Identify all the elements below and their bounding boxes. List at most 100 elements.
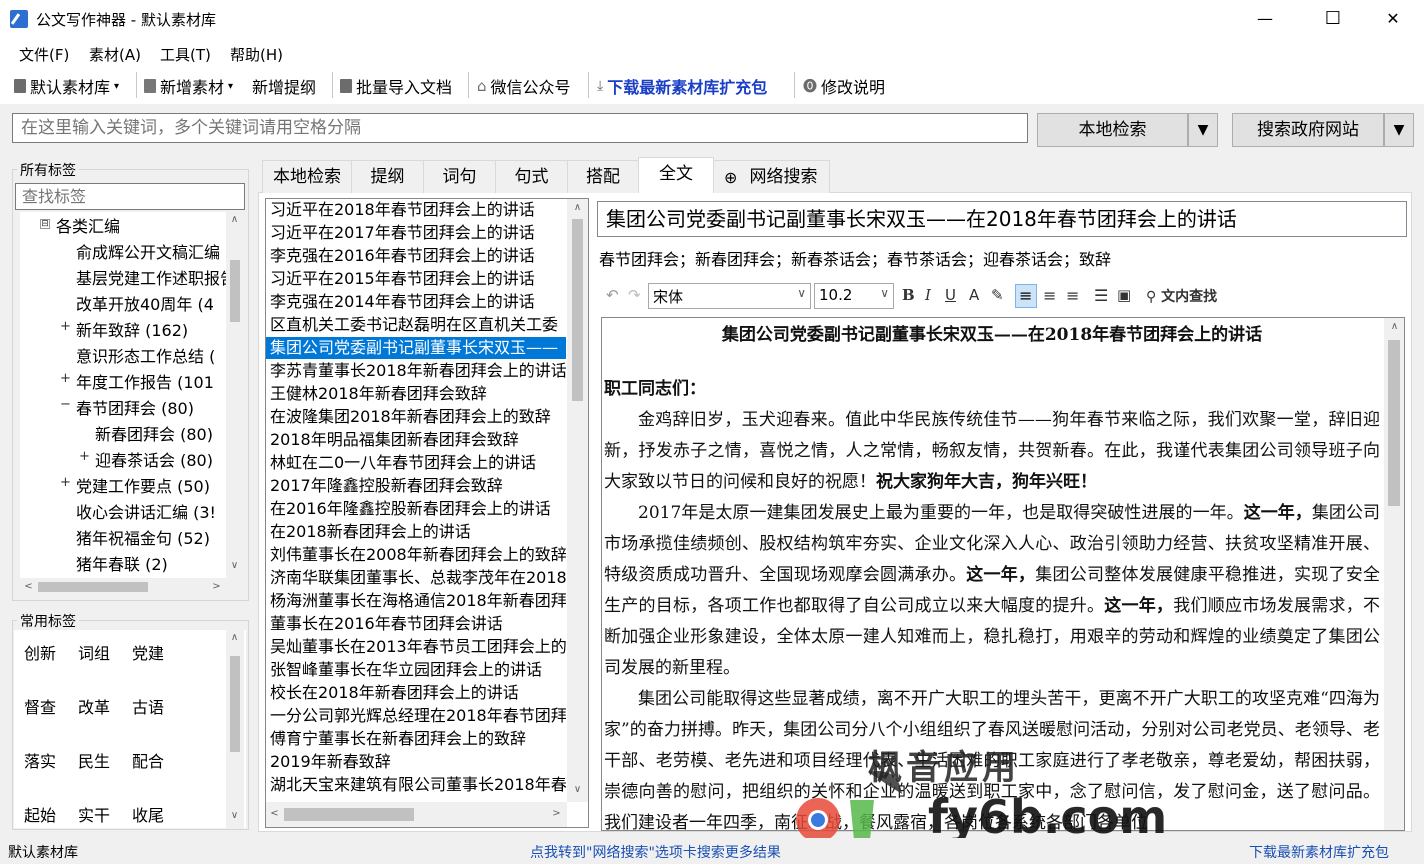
tree-item[interactable]: 基层党建工作述职报告: [76, 265, 236, 289]
list-item[interactable]: 校长在2018年新春团拜会上的讲话: [270, 682, 519, 704]
tree-collapse-icon[interactable]: −: [60, 398, 71, 411]
download-pack-button[interactable]: ⤓ 下载最新素材库扩充包: [597, 74, 767, 98]
tree-item-spring-festival[interactable]: 春节团拜会 (80): [76, 395, 194, 419]
tree-item-compilations[interactable]: 各类汇编: [56, 213, 120, 237]
gov-search-dropdown[interactable]: ▼: [1384, 113, 1414, 147]
common-tag[interactable]: 落实: [24, 748, 56, 772]
changelog-button[interactable]: ⓿ 修改说明: [803, 74, 885, 98]
font-color-icon[interactable]: A: [969, 286, 979, 304]
maximize-button[interactable]: ☐: [1310, 0, 1356, 38]
add-outline-button[interactable]: 新增提纲: [252, 74, 316, 98]
scroll-left-icon[interactable]: <: [20, 581, 37, 592]
scroll-thumb[interactable]: [1388, 340, 1400, 506]
document-title-field[interactable]: 集团公司党委副书记副董事长宋双玉——在2018年春节团拜会上的讲话: [597, 201, 1407, 237]
tab-sentence-patterns[interactable]: 句式: [495, 160, 568, 193]
scroll-thumb[interactable]: [230, 656, 240, 752]
scroll-thumb[interactable]: [572, 219, 583, 401]
scroll-thumb[interactable]: [284, 808, 414, 821]
list-item[interactable]: 李克强在2016年春节团拜会上的讲话: [270, 245, 535, 267]
bullet-list-icon[interactable]: ☰: [1094, 286, 1108, 305]
font-size-select[interactable]: 10.2 ∨: [814, 283, 894, 309]
menu-tools[interactable]: 工具(T): [160, 44, 211, 65]
tab-web-search[interactable]: ⊕ 网络搜索: [713, 160, 830, 193]
list-item[interactable]: 2019年新春致辞: [270, 751, 391, 773]
tree-expand-icon[interactable]: +: [60, 372, 71, 385]
list-item[interactable]: 2017年隆鑫控股新春团拜会致辞: [270, 475, 503, 497]
list-item[interactable]: 林虹在二0一八年春节团拜会上的讲话: [270, 452, 536, 474]
scroll-thumb[interactable]: [230, 260, 240, 322]
list-item[interactable]: 在2018新春团拜会上的讲话: [270, 521, 471, 543]
highlight-icon[interactable]: ✎: [991, 286, 1004, 304]
tree-horizontal-scrollbar[interactable]: < >: [20, 578, 244, 596]
batch-import-button[interactable]: 批量导入文档: [340, 74, 452, 98]
gov-search-button[interactable]: 搜索政府网站: [1232, 113, 1384, 147]
find-in-text-button[interactable]: ⚲ 文内查找: [1146, 286, 1217, 306]
tag-filter-input[interactable]: [15, 183, 245, 210]
list-item[interactable]: 在2016年隆鑫控股新春团拜会上的讲话: [270, 498, 551, 520]
bold-icon[interactable]: B: [902, 286, 915, 304]
close-button[interactable]: ✕: [1370, 0, 1416, 38]
tree-vertical-scrollbar[interactable]: ∧ ∨: [226, 212, 244, 578]
tree-item[interactable]: 收心会讲话汇编 (3!: [76, 499, 216, 523]
list-item[interactable]: 李克强在2014年春节团拜会上的讲话: [270, 291, 535, 313]
list-item[interactable]: 2018年明品福集团新春团拜会致辞: [270, 429, 519, 451]
list-item[interactable]: 吴灿董事长在2013年春节员工团拜会上的: [270, 636, 566, 658]
common-tag[interactable]: 民生: [78, 748, 110, 772]
undo-icon[interactable]: ↶: [606, 286, 619, 304]
tree-item[interactable]: 改革开放40周年 (4: [76, 291, 214, 315]
align-center-icon[interactable]: ≡: [1043, 286, 1056, 305]
common-tag[interactable]: 党建: [132, 640, 164, 664]
local-search-button[interactable]: 本地检索: [1037, 113, 1188, 147]
common-tag[interactable]: 督查: [24, 694, 56, 718]
tree-collapse-icon[interactable]: ⊟: [40, 219, 50, 229]
list-item[interactable]: 区直机关工委书记赵磊明在区直机关工委: [270, 314, 558, 336]
italic-icon[interactable]: I: [925, 286, 931, 304]
list-item[interactable]: 杨海洲董事长在海格通信2018年新春团拜: [270, 590, 566, 612]
scroll-down-icon[interactable]: ∨: [226, 810, 243, 821]
common-tag[interactable]: 配合: [132, 748, 164, 772]
library-dropdown-button[interactable]: 默认素材库 ▾: [14, 74, 119, 98]
scroll-left-icon[interactable]: <: [266, 808, 283, 819]
scroll-down-icon[interactable]: ∨: [226, 560, 243, 571]
common-tag[interactable]: 创新: [24, 640, 56, 664]
redo-icon[interactable]: ↷: [628, 286, 641, 304]
list-item[interactable]: 习近平在2015年春节团拜会上的讲话: [270, 268, 535, 290]
scroll-down-icon[interactable]: ∨: [569, 784, 586, 795]
list-item[interactable]: 一分公司郭光辉总经理在2018年春节团拜: [270, 705, 566, 727]
list-item[interactable]: 在波隆集团2018年新春团拜会上的致辞: [270, 406, 551, 428]
menu-file[interactable]: 文件(F): [19, 44, 69, 65]
tab-outline[interactable]: 提纲: [351, 160, 424, 193]
list-item[interactable]: 湖北天宝来建筑有限公司董事长2018年春: [270, 774, 566, 796]
list-item[interactable]: 李苏青董事长2018年新春团拜会上的讲话: [270, 360, 566, 382]
tree-item[interactable]: 猪年春联 (2): [76, 551, 168, 575]
scroll-up-icon[interactable]: ∧: [226, 632, 243, 643]
list-item[interactable]: 张智峰董事长在华立园团拜会上的讲话: [270, 659, 542, 681]
tree-item[interactable]: 年度工作报告 (101: [76, 369, 214, 393]
common-tag[interactable]: 实干: [78, 802, 110, 826]
image-icon[interactable]: ▣: [1117, 286, 1131, 304]
common-tag[interactable]: 词组: [78, 640, 110, 664]
common-tags-scrollbar[interactable]: ∧ ∨: [226, 630, 244, 828]
scroll-thumb[interactable]: [38, 582, 148, 592]
wechat-button[interactable]: ⌂ 微信公众号: [477, 74, 571, 98]
list-vertical-scrollbar[interactable]: ∧ ∨: [567, 199, 588, 802]
scroll-up-icon[interactable]: ∧: [569, 202, 586, 213]
common-tag[interactable]: 古语: [132, 694, 164, 718]
list-item[interactable]: 习近平在2018年春节团拜会上的讲话: [270, 199, 535, 221]
list-item-selected[interactable]: 集团公司党委副书记副董事长宋双玉——: [266, 337, 566, 359]
tab-collocations[interactable]: 搭配: [567, 160, 639, 193]
tree-expand-icon[interactable]: +: [60, 476, 71, 489]
list-item[interactable]: 傅育宁董事长在新春团拜会上的致辞: [270, 728, 526, 750]
tree-item[interactable]: 意识形态工作总结 (: [76, 343, 215, 367]
underline-icon[interactable]: U: [945, 286, 956, 304]
common-tag[interactable]: 起始: [24, 802, 56, 826]
tree-item[interactable]: 猪年祝福金句 (52): [76, 525, 210, 549]
tab-local-search[interactable]: 本地检索: [262, 160, 352, 193]
tree-item[interactable]: 新年致辞 (162): [76, 317, 188, 341]
list-item[interactable]: 刘伟董事长在2008年新春团拜会上的致辞: [270, 544, 566, 566]
tree-expand-icon[interactable]: +: [79, 450, 90, 463]
tree-expand-icon[interactable]: +: [60, 320, 71, 333]
list-item[interactable]: 济南华联集团董事长、总裁李茂年在2018: [270, 567, 566, 589]
scroll-up-icon[interactable]: ∧: [1386, 321, 1403, 332]
web-search-link[interactable]: 点我转到"网络搜索"选项卡搜索更多结果: [530, 842, 781, 862]
